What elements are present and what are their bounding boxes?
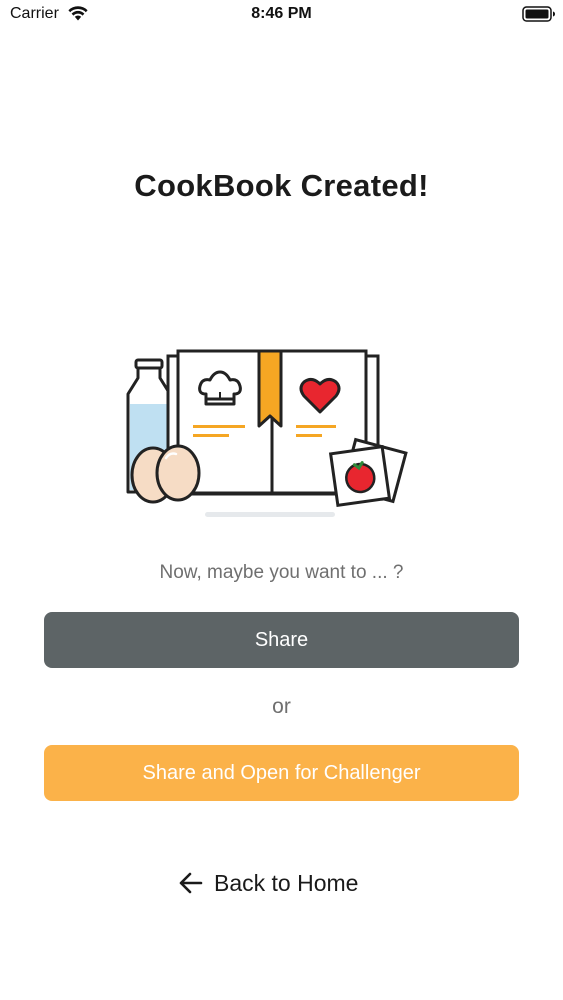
next-step-prompt: Now, maybe you want to ... ? [159, 562, 404, 583]
battery-icon [522, 6, 555, 22]
arrow-left-icon [179, 872, 203, 894]
back-to-home-link[interactable]: Back to Home [178, 866, 358, 900]
status-time: 8:46 PM [251, 5, 312, 22]
share-button-label: Share [254, 628, 309, 651]
page-title: CookBook Created! [134, 168, 429, 203]
back-to-home-label: Back to Home [214, 869, 359, 896]
status-bar: Carrier 8:46 PM [0, 0, 563, 30]
or-divider-text: or [272, 695, 291, 718]
share-button[interactable]: Share [44, 612, 519, 668]
challenger-button-label: Share and Open for Challenger [142, 761, 421, 784]
share-and-open-challenger-button[interactable]: Share and Open for Challenger [44, 745, 519, 801]
cookbook-illustration [126, 349, 408, 517]
